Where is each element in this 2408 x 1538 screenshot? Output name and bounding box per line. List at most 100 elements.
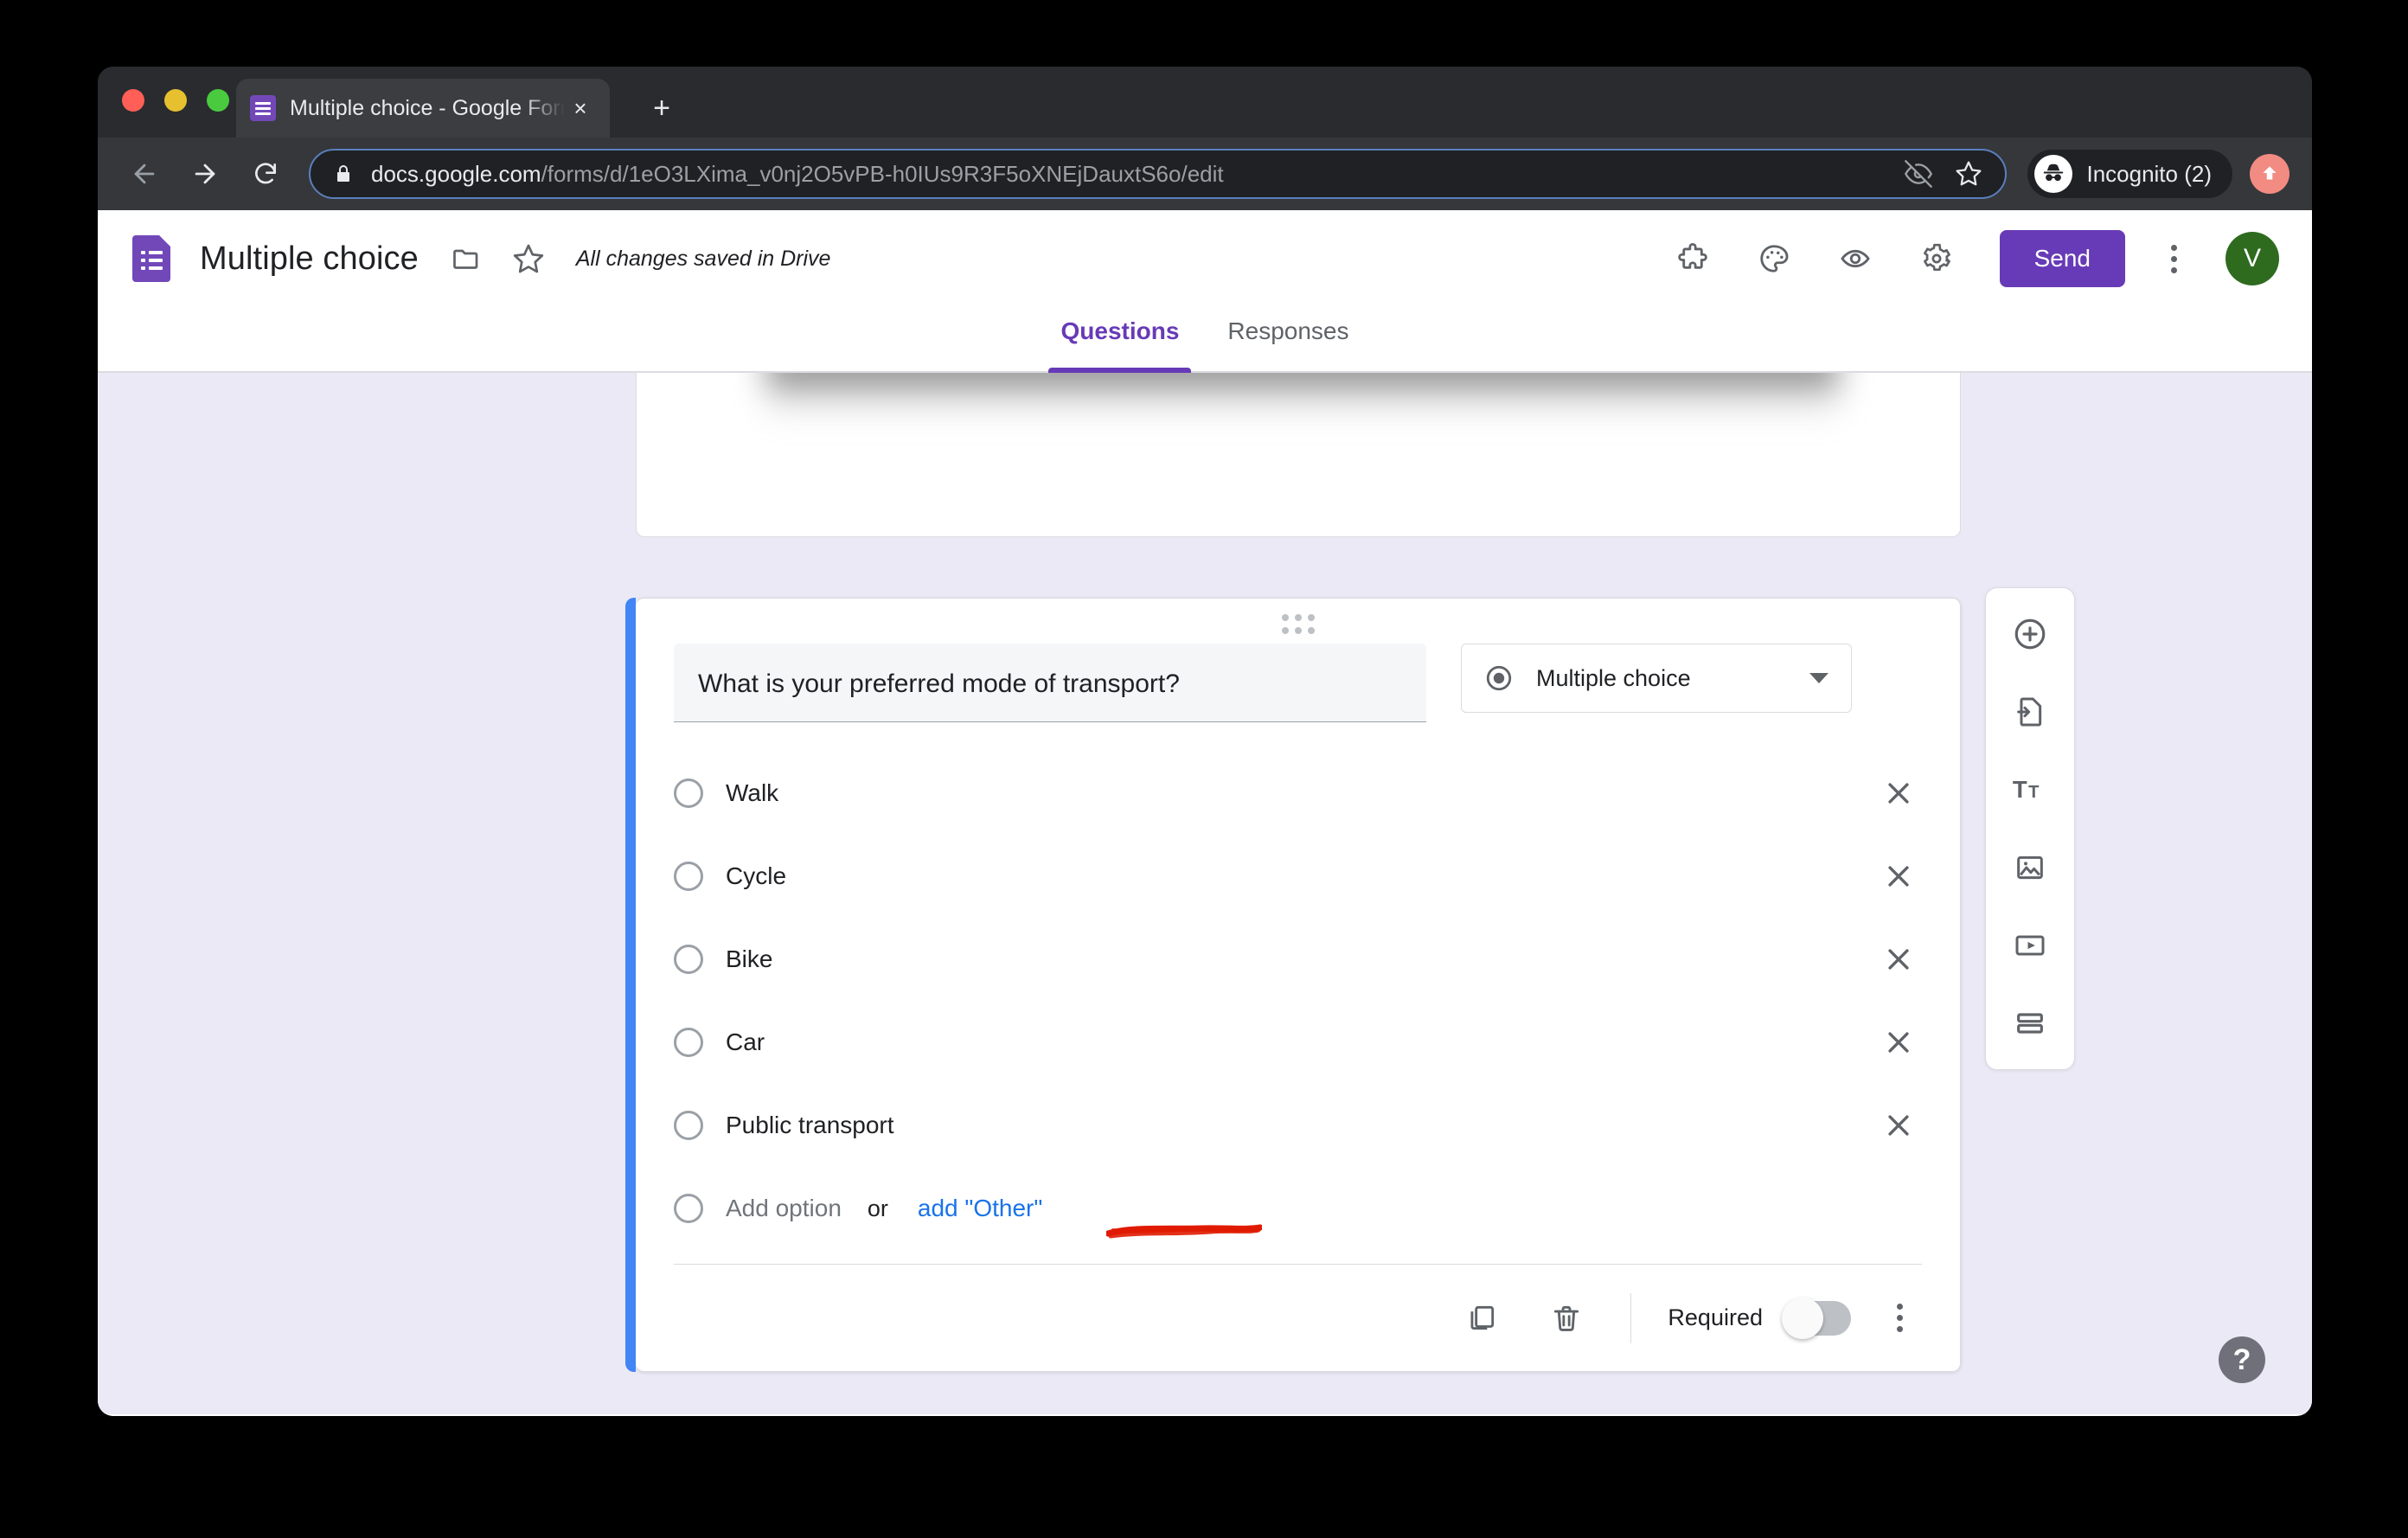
- add-video-icon[interactable]: [2003, 919, 2057, 972]
- more-vert-icon[interactable]: [2151, 234, 2196, 284]
- minimize-window-button[interactable]: [164, 89, 187, 112]
- close-icon[interactable]: [1875, 936, 1922, 983]
- forward-button[interactable]: [181, 150, 229, 198]
- options-list: Walk Cycle Bike Car Public transport Add…: [636, 722, 1960, 1250]
- close-icon[interactable]: [1875, 1102, 1922, 1149]
- eye-slash-icon[interactable]: [1905, 160, 1933, 188]
- forms-canvas: What is your preferred mode of transport…: [98, 373, 2312, 1414]
- browser-tab-title: Multiple choice - Google Forms: [290, 95, 565, 120]
- question-toolbar: TT: [1985, 587, 2075, 1070]
- option-label[interactable]: Cycle: [726, 862, 1853, 890]
- question-footer: Required: [674, 1264, 1922, 1371]
- incognito-icon: [2034, 155, 2073, 193]
- browser-nav-bar: docs.google.com/forms/d/1eO3LXima_v0nj2O…: [98, 138, 2312, 210]
- blurred-content: [766, 373, 1839, 417]
- radio-outline-icon: [674, 1111, 703, 1140]
- close-window-button[interactable]: [122, 89, 144, 112]
- google-forms-app: Multiple choice All changes saved in Dri…: [98, 210, 2312, 1416]
- question-type-label: Multiple choice: [1536, 664, 1691, 691]
- option-label[interactable]: Public transport: [726, 1112, 1853, 1139]
- forms-header-actions: Send V: [1636, 230, 2279, 287]
- preview-eye-icon[interactable]: [1830, 234, 1880, 284]
- trash-icon[interactable]: [1539, 1291, 1594, 1346]
- more-vert-icon[interactable]: [1877, 1293, 1922, 1343]
- add-option-button[interactable]: Add option: [726, 1195, 842, 1222]
- folder-icon[interactable]: [441, 234, 491, 284]
- question-title-wrap: What is your preferred mode of transport…: [674, 644, 1426, 722]
- radio-outline-icon: [674, 1194, 703, 1223]
- add-question-icon[interactable]: [2003, 607, 2057, 661]
- question-card[interactable]: What is your preferred mode of transport…: [625, 598, 1961, 1372]
- radio-button-icon: [1484, 663, 1514, 693]
- option-label[interactable]: Walk: [726, 779, 1853, 807]
- incognito-profile-button[interactable]: Incognito (2): [2027, 150, 2232, 198]
- or-separator: or: [867, 1195, 888, 1221]
- add-option-row: Add option or add "Other": [674, 1167, 1922, 1250]
- option-row[interactable]: Car: [674, 1001, 1922, 1084]
- address-bar[interactable]: docs.google.com/forms/d/1eO3LXima_v0nj2O…: [309, 149, 2008, 199]
- window-traffic-lights: [122, 89, 229, 112]
- send-button[interactable]: Send: [1999, 230, 2125, 287]
- required-toggle[interactable]: [1782, 1297, 1851, 1339]
- browser-tab-strip: Multiple choice - Google Forms × +: [98, 67, 2312, 138]
- close-icon[interactable]: [1875, 770, 1922, 817]
- theme-palette-icon[interactable]: [1749, 234, 1799, 284]
- reload-button[interactable]: [241, 150, 290, 198]
- chevron-down-icon: [1809, 673, 1828, 683]
- google-forms-favicon: [250, 95, 276, 121]
- red-annotation-scribble: [1106, 1224, 1262, 1239]
- star-outline-icon[interactable]: [503, 234, 554, 284]
- forms-tabs: Questions Responses: [98, 307, 2312, 373]
- radio-outline-icon: [674, 862, 703, 891]
- maximize-window-button[interactable]: [207, 89, 229, 112]
- add-image-icon[interactable]: [2003, 841, 2057, 894]
- browser-tab[interactable]: Multiple choice - Google Forms ×: [236, 79, 610, 138]
- avatar[interactable]: V: [2225, 232, 2279, 285]
- duplicate-icon[interactable]: [1454, 1291, 1509, 1346]
- radio-outline-icon: [674, 945, 703, 974]
- required-label: Required: [1668, 1304, 1763, 1330]
- url-host: docs.google.com: [371, 160, 541, 187]
- save-status: All changes saved in Drive: [575, 246, 831, 271]
- option-row[interactable]: Walk: [674, 752, 1922, 835]
- question-type-dropdown[interactable]: Multiple choice: [1461, 644, 1852, 713]
- bookmark-star-icon[interactable]: [1955, 160, 1982, 188]
- page-title[interactable]: Multiple choice: [200, 240, 419, 278]
- toggle-knob: [1782, 1297, 1823, 1339]
- help-button[interactable]: ?: [2219, 1336, 2265, 1383]
- svg-text:T: T: [2013, 776, 2027, 803]
- back-button[interactable]: [120, 150, 169, 198]
- drag-handle-icon[interactable]: [1281, 614, 1315, 634]
- url-path: /forms/d/1eO3LXima_v0nj2O5vPB-h0IUs9R3F5…: [541, 160, 1224, 187]
- add-other-link[interactable]: add "Other": [918, 1195, 1042, 1222]
- option-row[interactable]: Cycle: [674, 835, 1922, 918]
- close-icon[interactable]: [1875, 853, 1922, 900]
- option-row[interactable]: Public transport: [674, 1084, 1922, 1167]
- question-title-input[interactable]: What is your preferred mode of transport…: [674, 644, 1426, 722]
- radio-outline-icon: [674, 779, 703, 808]
- footer-divider: [1630, 1292, 1632, 1343]
- new-tab-button[interactable]: +: [644, 91, 679, 125]
- close-icon[interactable]: [1875, 1019, 1922, 1066]
- radio-outline-icon: [674, 1028, 703, 1057]
- browser-window: Multiple choice - Google Forms × + docs.…: [98, 67, 2312, 1416]
- settings-gear-icon[interactable]: [1912, 234, 1962, 284]
- omnibox-actions: [1884, 160, 1982, 188]
- tab-questions[interactable]: Questions: [1036, 307, 1203, 373]
- option-label[interactable]: Car: [726, 1029, 1853, 1056]
- option-row[interactable]: Bike: [674, 918, 1922, 1001]
- add-section-icon[interactable]: [2003, 996, 2057, 1050]
- add-title-description-icon[interactable]: TT: [2003, 763, 2057, 817]
- tab-responses[interactable]: Responses: [1203, 307, 1373, 371]
- option-label[interactable]: Bike: [726, 945, 1853, 973]
- import-questions-icon[interactable]: [2003, 685, 2057, 739]
- close-tab-button[interactable]: ×: [565, 93, 596, 124]
- addons-puzzle-icon[interactable]: [1668, 234, 1718, 284]
- previous-question-card[interactable]: [636, 373, 1961, 537]
- forms-header: Multiple choice All changes saved in Dri…: [98, 210, 2312, 307]
- svg-text:T: T: [2028, 783, 2040, 802]
- incognito-label: Incognito (2): [2086, 160, 2212, 187]
- google-forms-logo: [132, 235, 170, 282]
- update-arrow-icon[interactable]: [2250, 154, 2290, 194]
- lock-icon: [333, 162, 354, 186]
